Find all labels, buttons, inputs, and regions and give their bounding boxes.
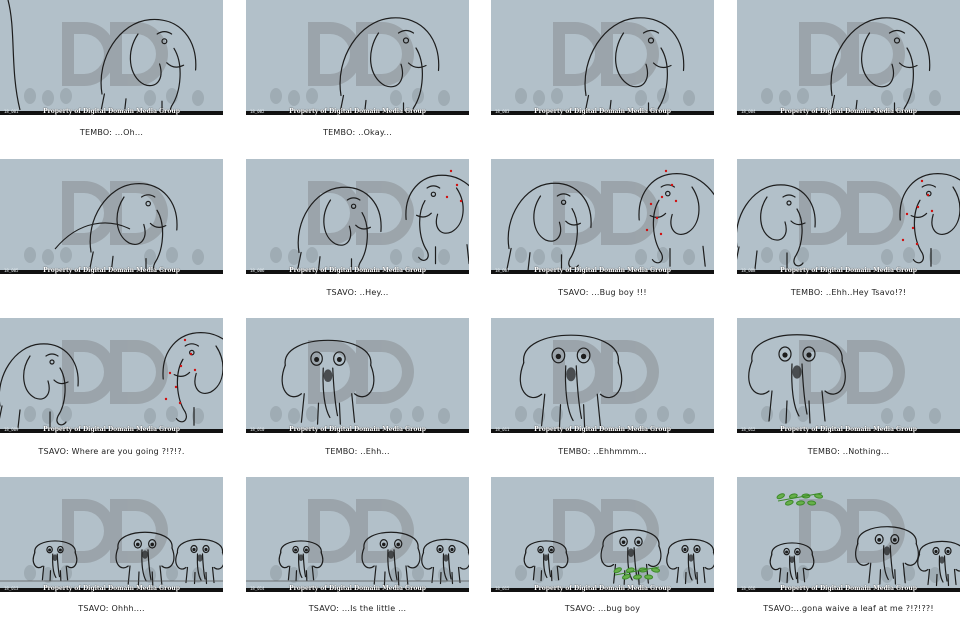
- watermark: Property of Digital Domain Media Group: [43, 585, 180, 592]
- panel-caption: TEMBO: ..Nothing...: [807, 447, 890, 456]
- storyboard-panel: 18_008 Property of Digital Domain Media …: [737, 159, 960, 274]
- watermark: Property of Digital Domain Media Group: [289, 108, 426, 115]
- watermark: Property of Digital Domain Media Group: [780, 585, 917, 592]
- watermark: Property of Digital Domain Media Group: [780, 108, 917, 115]
- watermark: Property of Digital Domain Media Group: [534, 426, 671, 433]
- panel-sketch: [761, 492, 960, 587]
- panel-sketch: [7, 0, 204, 115]
- watermark: Property of Digital Domain Media Group: [43, 267, 180, 274]
- panel-sketch: [0, 332, 223, 429]
- panel-sketch: [24, 181, 204, 274]
- storyboard-panel: 18_012 Property of Digital Domain Media …: [737, 318, 960, 433]
- panel-caption: TSAVO: Ohhh....: [78, 604, 145, 613]
- panel-caption: TEMBO: ..Okay...: [323, 128, 392, 137]
- panel-caption: TSAVO: ...bug boy: [564, 604, 641, 613]
- dd-logo: [308, 22, 414, 86]
- storyboard-panel: 18_005 Property of Digital Domain Media …: [0, 159, 223, 274]
- storyboard-panel: 18_010 Property of Digital Domain Media …: [246, 318, 469, 433]
- panel-caption: TSAVO: ...Is the little ...: [308, 604, 407, 613]
- watermark: Property of Digital Domain Media Group: [289, 585, 426, 592]
- panel-sketch: [737, 173, 960, 270]
- panel-sketch: [506, 169, 714, 273]
- dd-logo: [799, 22, 905, 86]
- watermark: Property of Digital Domain Media Group: [534, 108, 671, 115]
- panel-sketch: [0, 499, 223, 586]
- panel-caption: TSAVO:...gona waive a leaf at me ?!?!??!: [763, 604, 934, 613]
- dd-logo: [553, 181, 659, 245]
- storyboard-panel: 18_007 Property of Digital Domain Media …: [491, 159, 714, 274]
- watermark: Property of Digital Domain Media Group: [43, 108, 180, 115]
- panel-sketch: [246, 499, 469, 586]
- dd-logo: [308, 499, 414, 563]
- panel-caption: TEMBO: ..Ehhmmm...: [558, 447, 647, 456]
- dd-logo: [62, 499, 168, 563]
- storyboard-panel: 18_004 Property of Digital Domain Media …: [737, 0, 960, 115]
- panel-sketch: [270, 339, 450, 425]
- watermark: Property of Digital Domain Media Group: [780, 426, 917, 433]
- watermark: Property of Digital Domain Media Group: [534, 267, 671, 274]
- panel-sketch: [515, 499, 714, 585]
- storyboard-panel: 18_015 Property of Digital Domain Media …: [491, 477, 714, 592]
- panel-sketch: [270, 169, 469, 274]
- storyboard-panel: 18_006 Property of Digital Domain Media …: [246, 159, 469, 274]
- panel-sketch: [515, 17, 695, 115]
- panel-sketch: [748, 334, 941, 424]
- panel-caption: TEMBO: ..Ehh..Hey Tsavo!?!: [790, 288, 907, 297]
- panel-caption: TSAVO: Where are you going ?!?!?.: [38, 447, 185, 456]
- dd-logo: [62, 22, 168, 86]
- panel-sketch: [761, 17, 941, 115]
- storyboard-panel: 18_003 Property of Digital Domain Media …: [491, 0, 714, 115]
- watermark: Property of Digital Domain Media Group: [43, 426, 180, 433]
- storyboard-panel: 18_009 Property of Digital Domain Media …: [0, 318, 223, 433]
- dd-logo: [553, 22, 659, 86]
- panel-sketch: [515, 334, 695, 429]
- storyboard-panel: 18_013 Property of Digital Domain Media …: [0, 477, 223, 592]
- panel-sketch: [270, 17, 450, 115]
- storyboard-panel: 18_011 Property of Digital Domain Media …: [491, 318, 714, 433]
- storyboard-panel: 18_001 Property of Digital Domain Media …: [0, 0, 223, 115]
- watermark: Property of Digital Domain Media Group: [289, 267, 426, 274]
- dd-logo: [799, 340, 905, 404]
- panel-caption: TSAVO: ...Bug boy !!!: [558, 288, 647, 297]
- storyboard-panel: 18_002 Property of Digital Domain Media …: [246, 0, 469, 115]
- panel-caption: TEMBO: ...Oh...: [79, 128, 144, 137]
- panel-caption: TSAVO: ..Hey...: [326, 288, 389, 297]
- storyboard-panel: 18_014 Property of Digital Domain Media …: [246, 477, 469, 592]
- storyboard-panel: 18_016 Property of Digital Domain Media …: [737, 477, 960, 592]
- watermark: Property of Digital Domain Media Group: [780, 267, 917, 274]
- watermark: Property of Digital Domain Media Group: [534, 585, 671, 592]
- panel-caption: TEMBO: ..Ehh...: [325, 447, 390, 456]
- watermark: Property of Digital Domain Media Group: [289, 426, 426, 433]
